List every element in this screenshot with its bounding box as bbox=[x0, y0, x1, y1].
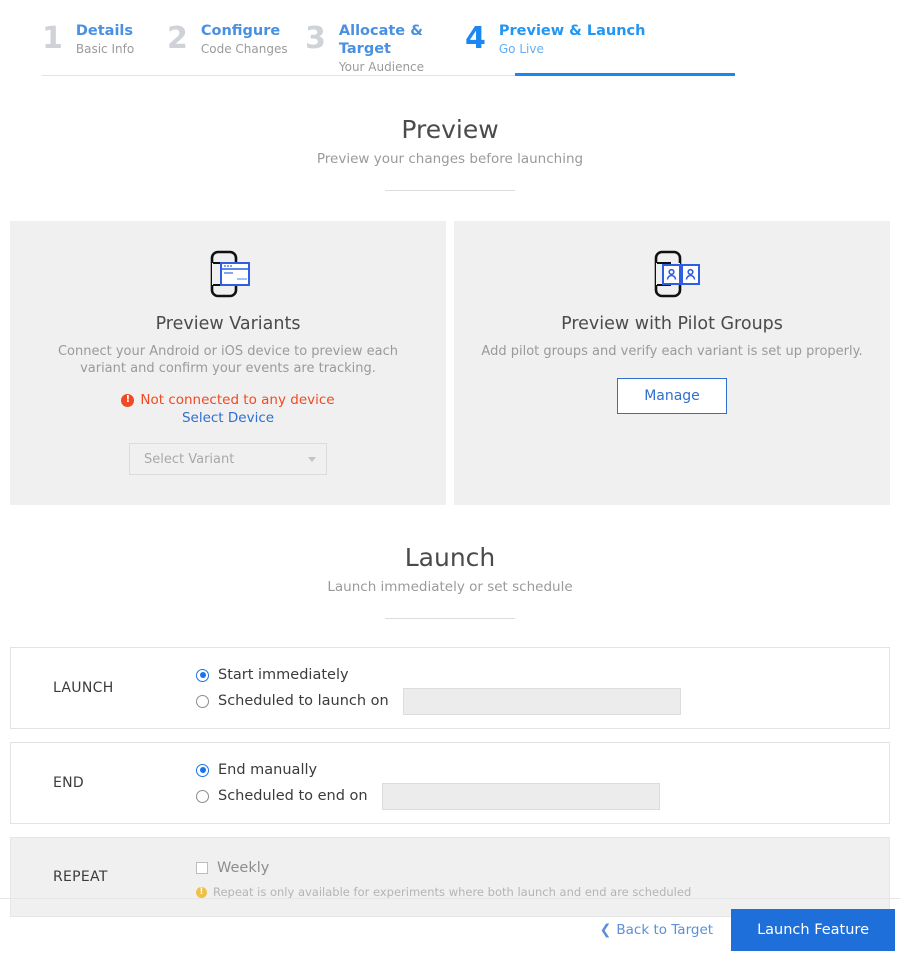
launch-feature-button[interactable]: Launch Feature bbox=[731, 909, 895, 951]
back-label: Back to Target bbox=[616, 922, 714, 938]
schedule-rows: LAUNCH Start immediately Scheduled to la… bbox=[0, 647, 900, 917]
card-title: Preview Variants bbox=[155, 314, 301, 334]
step-preview-launch[interactable]: 4 Preview & Launch Go Live bbox=[465, 22, 655, 78]
option-label: Start immediately bbox=[218, 667, 349, 683]
stepper-active-indicator bbox=[515, 73, 735, 76]
section-divider bbox=[385, 618, 515, 619]
warning-circle-icon: ! bbox=[196, 886, 207, 898]
step-details[interactable]: 1 Details Basic Info bbox=[42, 22, 167, 78]
repeat-weekly-option[interactable]: Weekly bbox=[196, 855, 889, 881]
step-subtitle: Go Live bbox=[498, 42, 544, 56]
step-subtitle: Code Changes bbox=[200, 42, 288, 56]
back-to-target-link[interactable]: ❮ Back to Target bbox=[600, 922, 713, 938]
step-configure[interactable]: 2 Configure Code Changes bbox=[167, 22, 305, 78]
end-row: END End manually Scheduled to end on bbox=[10, 742, 890, 824]
phone-pilot-groups-icon bbox=[472, 246, 872, 304]
select-variant-value: Select Variant bbox=[144, 451, 235, 467]
step-title: Allocate & Target bbox=[338, 23, 423, 57]
step-subtitle: Your Audience bbox=[338, 60, 425, 74]
card-title: Preview with Pilot Groups bbox=[561, 314, 783, 334]
row-label: LAUNCH bbox=[53, 680, 114, 696]
hint-text: Repeat is only available for experiments… bbox=[213, 885, 692, 899]
step-title: Preview & Launch bbox=[498, 23, 646, 39]
row-label: END bbox=[53, 775, 84, 791]
select-variant-dropdown[interactable]: Select Variant bbox=[129, 443, 327, 475]
step-number: 3 bbox=[305, 21, 326, 56]
end-option-manual[interactable]: End manually bbox=[196, 757, 889, 783]
option-label: Scheduled to end on bbox=[218, 788, 368, 804]
alert-circle-icon: ! bbox=[121, 393, 135, 407]
end-option-scheduled[interactable]: Scheduled to end on bbox=[196, 782, 889, 810]
radio-selected-icon[interactable] bbox=[196, 763, 209, 777]
step-number: 4 bbox=[465, 21, 486, 56]
chevron-down-icon bbox=[308, 456, 316, 462]
phone-browser-icon bbox=[28, 246, 428, 304]
section-divider bbox=[385, 190, 515, 191]
preview-pilot-groups-card: Preview with Pilot Groups Add pilot grou… bbox=[454, 221, 890, 505]
repeat-hint: ! Repeat is only available for experimen… bbox=[196, 885, 889, 899]
launch-option-immediate[interactable]: Start immediately bbox=[196, 662, 889, 688]
step-subtitle: Basic Info bbox=[75, 42, 135, 56]
checkbox-unchecked-icon[interactable] bbox=[196, 862, 208, 874]
step-title: Configure bbox=[200, 23, 281, 39]
preview-cards: Preview Variants Connect your Android or… bbox=[0, 221, 900, 505]
option-label: Scheduled to launch on bbox=[218, 693, 389, 709]
card-description: Add pilot groups and verify each variant… bbox=[481, 344, 863, 359]
launch-section-header: Launch Launch immediately or set schedul… bbox=[0, 543, 900, 619]
step-number: 2 bbox=[167, 21, 188, 56]
status-text: Not connected to any device bbox=[140, 392, 335, 408]
radio-unselected-icon[interactable] bbox=[196, 789, 209, 803]
launch-option-scheduled[interactable]: Scheduled to launch on bbox=[196, 687, 889, 715]
step-title: Details bbox=[75, 23, 134, 39]
radio-unselected-icon[interactable] bbox=[196, 694, 209, 708]
footer-actions: ❮ Back to Target Launch Feature bbox=[0, 899, 900, 961]
step-allocate-target[interactable]: 3 Allocate & Target Your Audience bbox=[305, 22, 465, 78]
manage-pilot-groups-button[interactable]: Manage bbox=[617, 378, 727, 414]
launch-subtitle: Launch immediately or set schedule bbox=[327, 579, 573, 595]
end-date-input[interactable] bbox=[381, 782, 660, 810]
launch-title: Launch bbox=[404, 543, 496, 572]
card-description: Connect your Android or iOS device to pr… bbox=[57, 344, 399, 376]
checkbox-label: Weekly bbox=[217, 860, 270, 876]
launch-date-input[interactable] bbox=[402, 687, 681, 715]
page-title: Preview bbox=[401, 115, 499, 144]
row-label: REPEAT bbox=[53, 869, 108, 885]
option-label: End manually bbox=[218, 762, 318, 778]
page-subtitle: Preview your changes before launching bbox=[316, 151, 584, 167]
page-root: 1 Details Basic Info 2 Configure Code Ch… bbox=[0, 0, 900, 961]
chevron-left-icon: ❮ bbox=[599, 922, 612, 938]
launch-row: LAUNCH Start immediately Scheduled to la… bbox=[10, 647, 890, 729]
radio-selected-icon[interactable] bbox=[196, 668, 209, 682]
step-number: 1 bbox=[42, 21, 63, 56]
wizard-stepper: 1 Details Basic Info 2 Configure Code Ch… bbox=[0, 0, 900, 78]
preview-variants-card: Preview Variants Connect your Android or… bbox=[10, 221, 446, 505]
select-device-link[interactable]: Select Device bbox=[28, 410, 428, 426]
device-connection-status: ! Not connected to any device bbox=[28, 392, 428, 408]
preview-section-header: Preview Preview your changes before laun… bbox=[0, 115, 900, 191]
